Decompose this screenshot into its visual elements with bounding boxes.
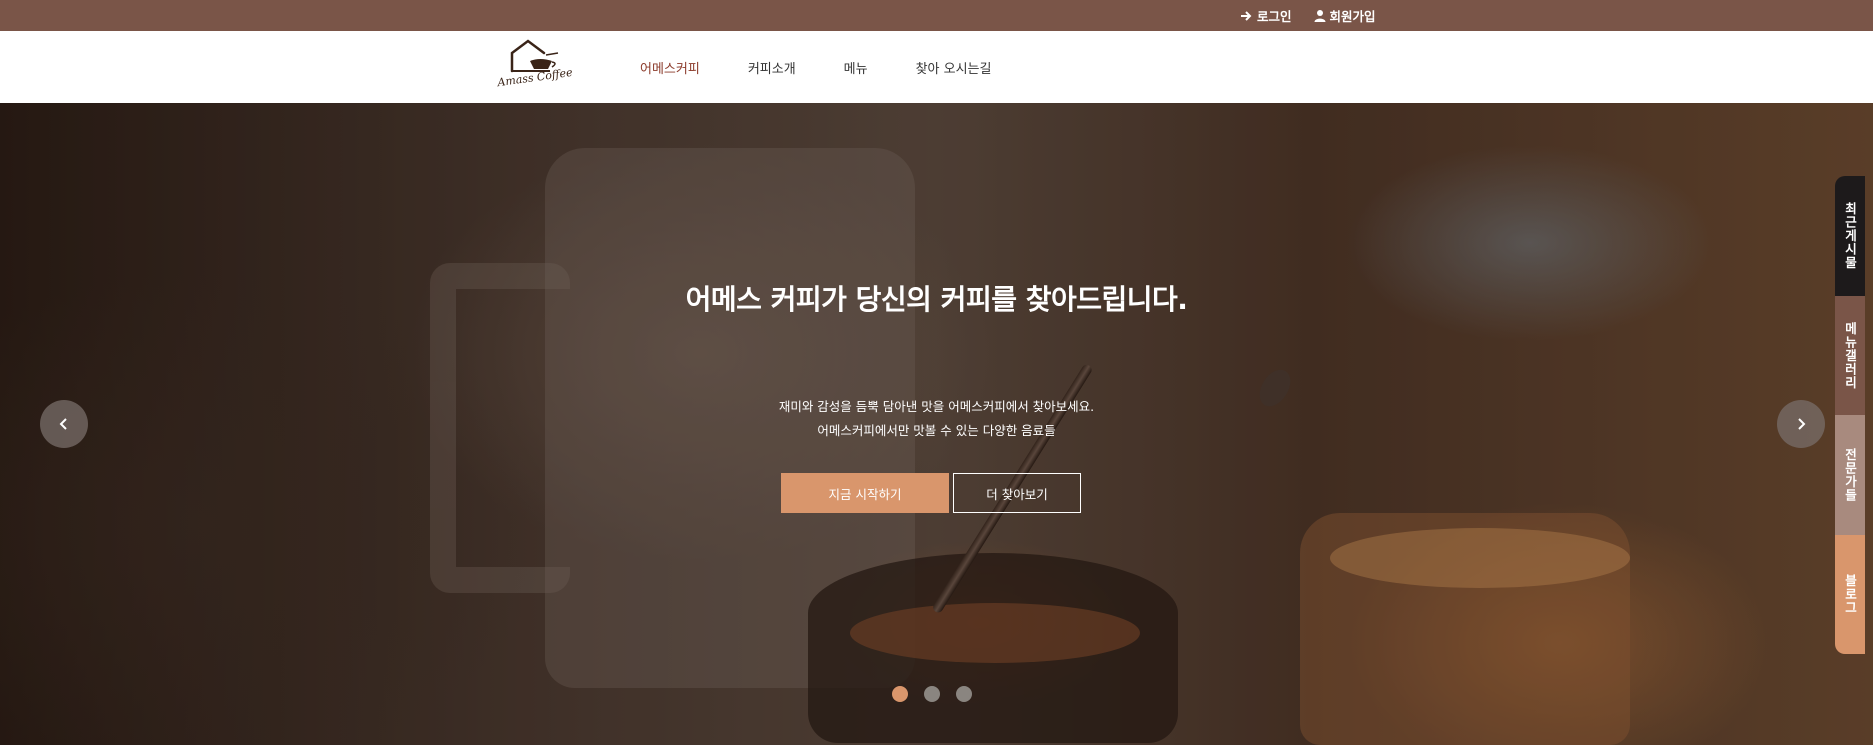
next-slide-button[interactable] [1777, 400, 1825, 448]
side-tabs: 최근게시물 메뉴갤러리 전문가들 블로그 [1835, 176, 1865, 654]
nav-item-menu[interactable]: 메뉴 [844, 58, 868, 77]
side-tab-experts[interactable]: 전문가들 [1835, 415, 1865, 535]
nav-item-amass-coffee[interactable]: 어메스커피 [640, 58, 700, 77]
hero-title: 어메스 커피가 당신의 커피를 찾아드립니다. [685, 283, 1188, 316]
hero-slider: 어메스 커피가 당신의 커피를 찾아드립니다. 재미와 감성을 듬뿍 담아낸 맛… [0, 103, 1873, 745]
side-tab-menu-gallery[interactable]: 메뉴갤러리 [1835, 295, 1865, 415]
hero-subtitle-line: 재미와 감성을 듬뿍 담아낸 맛을 어메스커피에서 찾아보세요. [778, 399, 1095, 414]
user-icon [1314, 10, 1326, 22]
start-now-button[interactable]: 지금 시작하기 [781, 473, 949, 513]
nav-item-directions[interactable]: 찾아 오시는길 [916, 58, 992, 77]
side-tab-recent-posts[interactable]: 최근게시물 [1835, 176, 1865, 296]
slide-dot[interactable] [956, 686, 972, 702]
logo[interactable]: Amass Coffee [490, 37, 580, 97]
signup-label: 회원가입 [1329, 9, 1376, 24]
explore-more-button[interactable]: 더 찾아보기 [953, 473, 1081, 513]
signup-link[interactable]: 회원가입 [1314, 6, 1376, 25]
login-link[interactable]: 로그인 [1240, 6, 1292, 25]
chevron-right-icon [1798, 418, 1806, 430]
chevron-left-icon [59, 418, 67, 430]
hero-subtitle: 재미와 감성을 듬뿍 담아낸 맛을 어메스커피에서 찾아보세요. 어메스커피에서… [0, 395, 1873, 443]
hero-subtitle-line: 어메스커피에서만 맛볼 수 있는 다양한 음료들 [817, 423, 1056, 438]
top-bar-links: 로그인 회원가입 [1240, 0, 1376, 31]
prev-slide-button[interactable] [40, 400, 88, 448]
side-tab-label: 블로그 [1842, 574, 1858, 615]
side-tab-label: 최근게시물 [1842, 202, 1858, 270]
site-header: Amass Coffee 어메스커피 커피소개 메뉴 찾아 오시는길 [0, 31, 1873, 103]
side-tab-label: 전문가들 [1842, 447, 1858, 502]
slide-dot[interactable] [924, 686, 940, 702]
main-nav: 어메스커피 커피소개 메뉴 찾아 오시는길 [640, 31, 991, 103]
top-bar: 로그인 회원가입 [0, 0, 1873, 31]
slide-indicators [892, 686, 972, 702]
login-label: 로그인 [1257, 9, 1292, 24]
arrow-right-icon [1241, 10, 1252, 21]
nav-item-coffee-intro[interactable]: 커피소개 [748, 58, 796, 77]
side-tab-blog[interactable]: 블로그 [1835, 534, 1865, 654]
slide-dot[interactable] [892, 686, 908, 702]
side-tab-label: 메뉴갤러리 [1842, 321, 1858, 390]
